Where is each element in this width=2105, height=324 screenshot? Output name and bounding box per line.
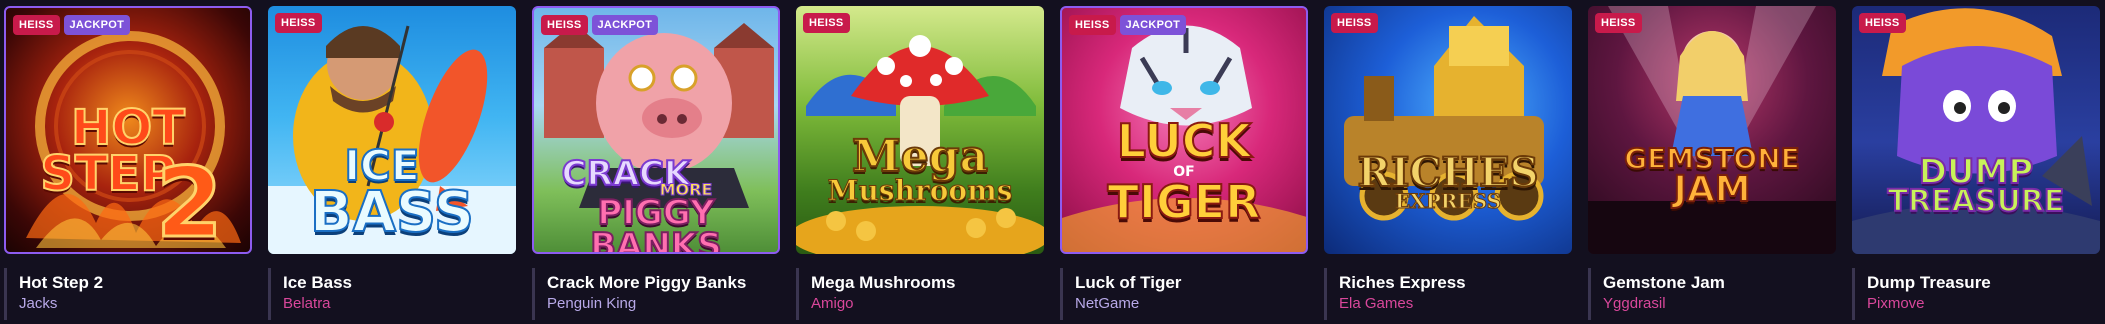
game-provider[interactable]: Jacks xyxy=(19,294,244,314)
game-logo: GEMSTONE JAM xyxy=(1588,144,1836,210)
game-carousel: HEISS JACKPOT HOT STEP 2 Hot Step 2 Jack… xyxy=(0,0,2105,324)
badge-group: HEISS xyxy=(1859,13,1906,33)
logo-line: TREASURE xyxy=(1887,184,2066,220)
hot-badge: HEISS xyxy=(1595,13,1642,33)
logo-line: RICHES xyxy=(1357,149,1540,196)
badge-group: HEISS xyxy=(1595,13,1642,33)
badge-group: HEISS xyxy=(803,13,850,33)
game-title[interactable]: Ice Bass xyxy=(283,272,508,294)
game-logo: ICE BASS xyxy=(268,144,516,245)
game-card[interactable]: HEISS RICHES EXPRESS Riches Express Ela … xyxy=(1324,6,1572,322)
badge-group: HEISS JACKPOT xyxy=(541,15,659,35)
game-meta: Crack More Piggy Banks Penguin King xyxy=(532,268,772,320)
game-logo: CRACK MORE PIGGY BANKS xyxy=(534,156,778,254)
hot-badge: HEISS xyxy=(1069,15,1116,35)
game-thumbnail[interactable]: HEISS JACKPOT CRACK MORE PIGGY BANKS xyxy=(532,6,780,254)
game-provider[interactable]: Yggdrasil xyxy=(1603,294,1828,314)
logo-line: PIGGY BANKS xyxy=(589,193,723,254)
game-title[interactable]: Dump Treasure xyxy=(1867,272,2092,294)
logo-line: TIGER xyxy=(1106,174,1261,229)
badge-group: HEISS xyxy=(1331,13,1378,33)
game-card[interactable]: HEISS JACKPOT LUCK OF TIGER Luck of Tige… xyxy=(1060,6,1308,322)
game-thumbnail[interactable]: HEISS Mega Mushrooms xyxy=(796,6,1044,254)
game-title[interactable]: Hot Step 2 xyxy=(19,272,244,294)
hot-badge: HEISS xyxy=(13,15,60,35)
game-card[interactable]: HEISS JACKPOT CRACK MORE PIGGY BANKS Cra… xyxy=(532,6,780,322)
game-provider[interactable]: Ela Games xyxy=(1339,294,1564,314)
game-meta: Riches Express Ela Games xyxy=(1324,268,1564,320)
logo-number: 2 xyxy=(155,147,225,254)
game-logo: DUMP TREASURE xyxy=(1852,154,2100,220)
game-provider[interactable]: Pixmove xyxy=(1867,294,2092,314)
hot-badge: HEISS xyxy=(1859,13,1906,33)
hot-badge: HEISS xyxy=(541,15,588,35)
game-thumbnail[interactable]: HEISS ICE BASS xyxy=(268,6,516,254)
game-title[interactable]: Mega Mushrooms xyxy=(811,272,1036,294)
game-artwork xyxy=(1344,16,1544,221)
game-card[interactable]: HEISS Mega Mushrooms Mega Mushrooms Amig… xyxy=(796,6,1044,322)
game-card[interactable]: HEISS ICE BASS Ice Bass Belatra xyxy=(268,6,516,322)
hot-badge: HEISS xyxy=(275,13,322,33)
game-thumbnail[interactable]: HEISS RICHES EXPRESS xyxy=(1324,6,1572,254)
game-thumbnail[interactable]: HEISS DUMP TREASURE xyxy=(1852,6,2100,254)
game-title[interactable]: Luck of Tiger xyxy=(1075,272,1300,294)
game-thumbnail[interactable]: HEISS JACKPOT HOT STEP 2 xyxy=(4,6,252,254)
game-artwork xyxy=(796,35,1044,254)
game-title[interactable]: Gemstone Jam xyxy=(1603,272,1828,294)
game-artwork xyxy=(1588,6,1836,254)
game-logo: LUCK OF TIGER xyxy=(1062,114,1306,229)
logo-line: Mushrooms xyxy=(827,173,1013,207)
jackpot-badge: JACKPOT xyxy=(591,15,659,35)
game-card[interactable]: HEISS GEMSTONE JAM Gemstone Jam Yggdrasi… xyxy=(1588,6,1836,322)
badge-group: HEISS xyxy=(275,13,322,33)
game-logo: RICHES EXPRESS xyxy=(1324,149,1572,212)
game-provider[interactable]: NetGame xyxy=(1075,294,1300,314)
game-provider[interactable]: Belatra xyxy=(283,294,508,314)
game-title[interactable]: Crack More Piggy Banks xyxy=(547,272,772,294)
game-thumbnail[interactable]: HEISS GEMSTONE JAM xyxy=(1588,6,1836,254)
jackpot-badge: JACKPOT xyxy=(63,15,131,35)
logo-line: HOT xyxy=(70,100,186,156)
hot-badge: HEISS xyxy=(1331,13,1378,33)
hot-badge: HEISS xyxy=(803,13,850,33)
game-meta: Dump Treasure Pixmove xyxy=(1852,268,2092,320)
game-thumbnail[interactable]: HEISS JACKPOT LUCK OF TIGER xyxy=(1060,6,1308,254)
game-logo: Mega Mushrooms xyxy=(796,131,1044,207)
badge-group: HEISS JACKPOT xyxy=(1069,15,1187,35)
game-meta: Mega Mushrooms Amigo xyxy=(796,268,1036,320)
logo-line: Mega xyxy=(851,131,989,182)
logo-line: LUCK xyxy=(1116,114,1252,168)
game-provider[interactable]: Amigo xyxy=(811,294,1036,314)
game-meta: Ice Bass Belatra xyxy=(268,268,508,320)
logo-line: BASS xyxy=(309,179,475,245)
game-provider[interactable]: Penguin King xyxy=(547,294,772,314)
game-meta: Gemstone Jam Yggdrasil xyxy=(1588,268,1828,320)
jackpot-badge: JACKPOT xyxy=(1119,15,1187,35)
game-card[interactable]: HEISS JACKPOT HOT STEP 2 Hot Step 2 Jack… xyxy=(4,6,252,322)
logo-line: JAM xyxy=(1672,168,1751,210)
game-card[interactable]: HEISS DUMP TREASURE Dump Treasure Pixmov… xyxy=(1852,6,2100,322)
game-meta: Hot Step 2 Jacks xyxy=(4,268,244,320)
game-title[interactable]: Riches Express xyxy=(1339,272,1564,294)
game-meta: Luck of Tiger NetGame xyxy=(1060,268,1300,320)
badge-group: HEISS JACKPOT xyxy=(13,15,131,35)
